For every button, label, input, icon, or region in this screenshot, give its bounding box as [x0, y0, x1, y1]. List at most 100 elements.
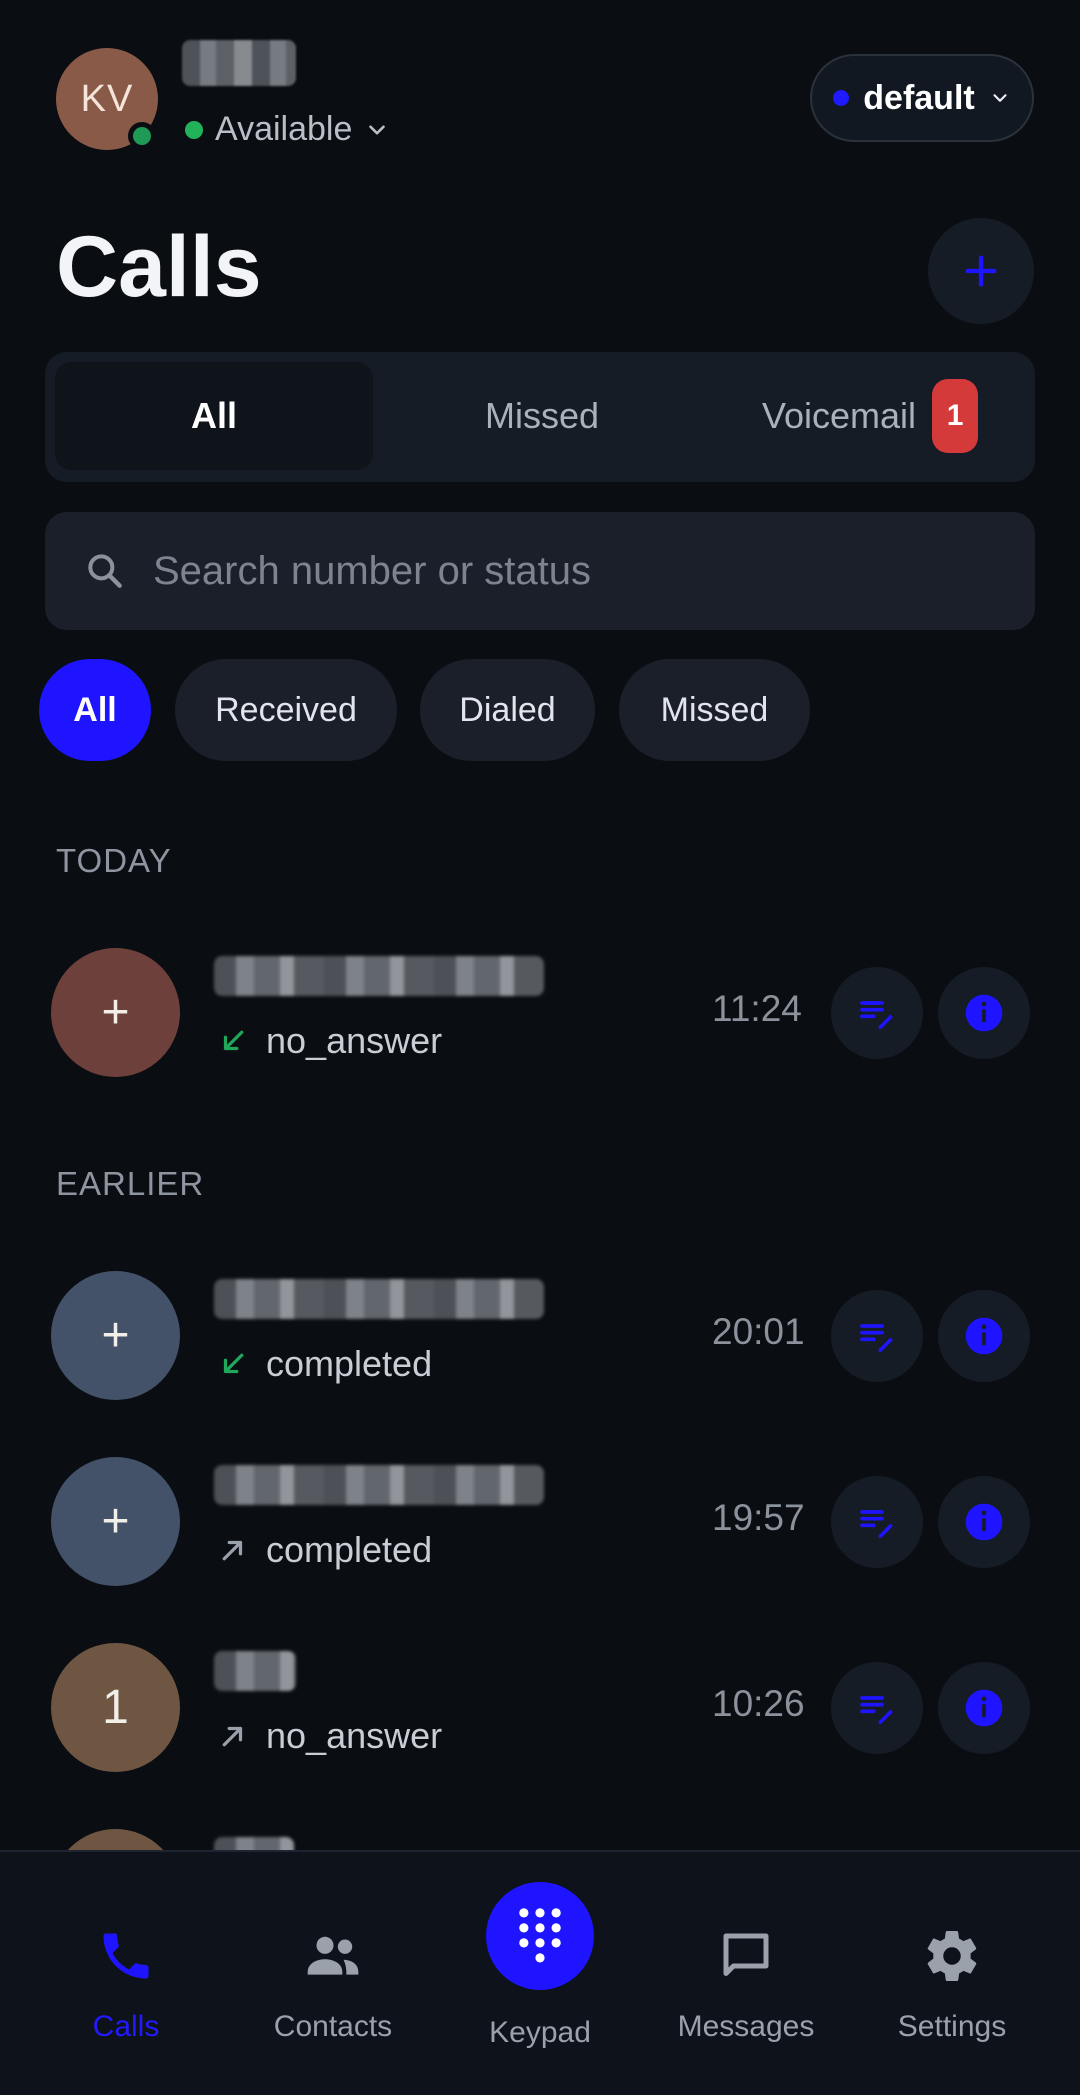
call-info-button[interactable]: [938, 1476, 1030, 1568]
contact-avatar: +: [51, 948, 180, 1077]
nav-messages[interactable]: Messages: [646, 1852, 846, 2095]
presence-dot: [185, 120, 203, 139]
contact-name-redacted: [214, 1651, 296, 1691]
nav-contacts[interactable]: Contacts: [233, 1852, 433, 2095]
nav-label: Calls: [92, 2010, 160, 2043]
call-time: 19:57: [712, 1497, 805, 1538]
phone-icon: [103, 1933, 149, 1979]
call-time: 20:01: [712, 1311, 805, 1352]
tab-label: Missed: [484, 395, 600, 436]
tab-missed[interactable]: Missed: [383, 362, 701, 470]
gear-icon: [927, 1931, 977, 1982]
call-row[interactable]: + completed 19:57: [0, 1457, 1080, 1587]
add-call-button[interactable]: [928, 218, 1034, 324]
filter-label: All: [73, 690, 117, 729]
contact-name-redacted: [214, 1837, 294, 1851]
call-status: no_answer: [218, 1020, 442, 1062]
user-name-redacted: [182, 40, 296, 86]
nav-keypad[interactable]: [486, 1882, 594, 1990]
nav-label: Keypad: [489, 2016, 591, 2049]
voicemail-count-badge: 1: [932, 379, 979, 453]
profile-selector-button[interactable]: default: [810, 54, 1034, 142]
avatar-glyph: +: [101, 986, 130, 1039]
note-edit-icon: [860, 1510, 893, 1538]
tab-all[interactable]: All: [55, 362, 373, 470]
incoming-arrow-icon: [223, 1030, 244, 1051]
contact-name-redacted: [214, 1279, 544, 1319]
plus-icon: [965, 255, 997, 287]
call-status-text: no_answer: [266, 1020, 443, 1061]
incoming-arrow-icon: [223, 1353, 244, 1374]
call-row-partial[interactable]: [0, 1829, 1080, 1851]
bottom-navigation: Calls Contacts Keypad Messages Settings: [0, 1850, 1080, 2095]
contact-name-redacted: [214, 956, 544, 996]
dialpad-icon: [519, 1908, 561, 1963]
presence-selector[interactable]: Available: [185, 110, 390, 149]
call-info-button[interactable]: [938, 1290, 1030, 1382]
filter-received[interactable]: Received: [175, 659, 397, 761]
call-row[interactable]: 1 no_answer 10:26: [0, 1643, 1080, 1773]
outgoing-arrow-icon: [222, 1726, 243, 1747]
info-icon: [965, 1689, 1003, 1727]
page-title: Calls: [56, 219, 262, 315]
call-status-text: completed: [266, 1343, 433, 1384]
section-label-earlier: EARLIER: [56, 1165, 205, 1202]
call-status-text: completed: [266, 1529, 433, 1570]
outgoing-arrow-icon: [222, 1540, 243, 1561]
search-input[interactable]: [153, 548, 973, 594]
note-edit-icon: [860, 1324, 893, 1352]
info-icon: [965, 1317, 1003, 1355]
tab-voicemail[interactable]: Voicemail 1: [711, 362, 1029, 470]
filter-label: Received: [215, 690, 357, 729]
call-info-button[interactable]: [938, 1662, 1030, 1754]
add-note-button[interactable]: [831, 1290, 923, 1382]
call-row[interactable]: + no_answer 11:24: [0, 948, 1080, 1078]
filter-label: Dialed: [459, 690, 556, 729]
search-icon: [88, 554, 122, 588]
call-time: 11:24: [712, 988, 802, 1029]
section-label-today: TODAY: [56, 842, 172, 879]
contact-avatar: 1: [51, 1643, 180, 1772]
call-tabs: All Missed Voicemail 1: [45, 352, 1035, 482]
add-note-button[interactable]: [831, 1476, 923, 1568]
call-status-text: no_answer: [266, 1715, 443, 1756]
note-edit-icon: [860, 1696, 893, 1724]
avatar-initials: KV: [80, 77, 134, 120]
contacts-icon: [307, 1936, 359, 1975]
search-bar: [45, 512, 1035, 630]
avatar-glyph: 1: [102, 1681, 129, 1734]
chevron-down-icon: [993, 94, 1007, 102]
nav-settings[interactable]: Settings: [852, 1852, 1052, 2095]
profile-dot: [833, 90, 850, 106]
note-edit-icon: [860, 1001, 893, 1029]
contact-avatar: +: [51, 1457, 180, 1586]
nav-label: Contacts: [273, 2010, 393, 2043]
presence-label: Available: [215, 110, 353, 148]
avatar-glyph: +: [101, 1495, 130, 1548]
info-icon: [965, 1503, 1003, 1541]
nav-calls[interactable]: Calls: [26, 1852, 226, 2095]
chevron-down-icon: [369, 124, 386, 135]
contact-name-redacted: [214, 1465, 544, 1505]
add-note-button[interactable]: [831, 1662, 923, 1754]
online-indicator: [128, 122, 156, 150]
profile-label: default: [863, 78, 975, 117]
contact-avatar: +: [51, 1271, 180, 1400]
filter-dialed[interactable]: Dialed: [420, 659, 595, 761]
call-row[interactable]: + completed 20:01: [0, 1271, 1080, 1401]
message-icon: [723, 1933, 769, 1976]
contact-avatar: [51, 1829, 180, 1851]
call-status: no_answer: [218, 1715, 442, 1757]
tab-label: Voicemail: [761, 395, 917, 436]
filter-all[interactable]: All: [39, 659, 151, 761]
filter-missed[interactable]: Missed: [619, 659, 810, 761]
nav-label: Settings: [897, 2010, 1007, 2043]
tab-label: All: [190, 395, 237, 436]
nav-label: Messages: [677, 2010, 815, 2043]
add-note-button[interactable]: [831, 967, 923, 1059]
avatar-glyph: +: [101, 1309, 130, 1362]
filter-label: Missed: [660, 690, 769, 729]
info-icon: [965, 994, 1003, 1032]
call-info-button[interactable]: [938, 967, 1030, 1059]
call-time: 10:26: [712, 1683, 805, 1724]
